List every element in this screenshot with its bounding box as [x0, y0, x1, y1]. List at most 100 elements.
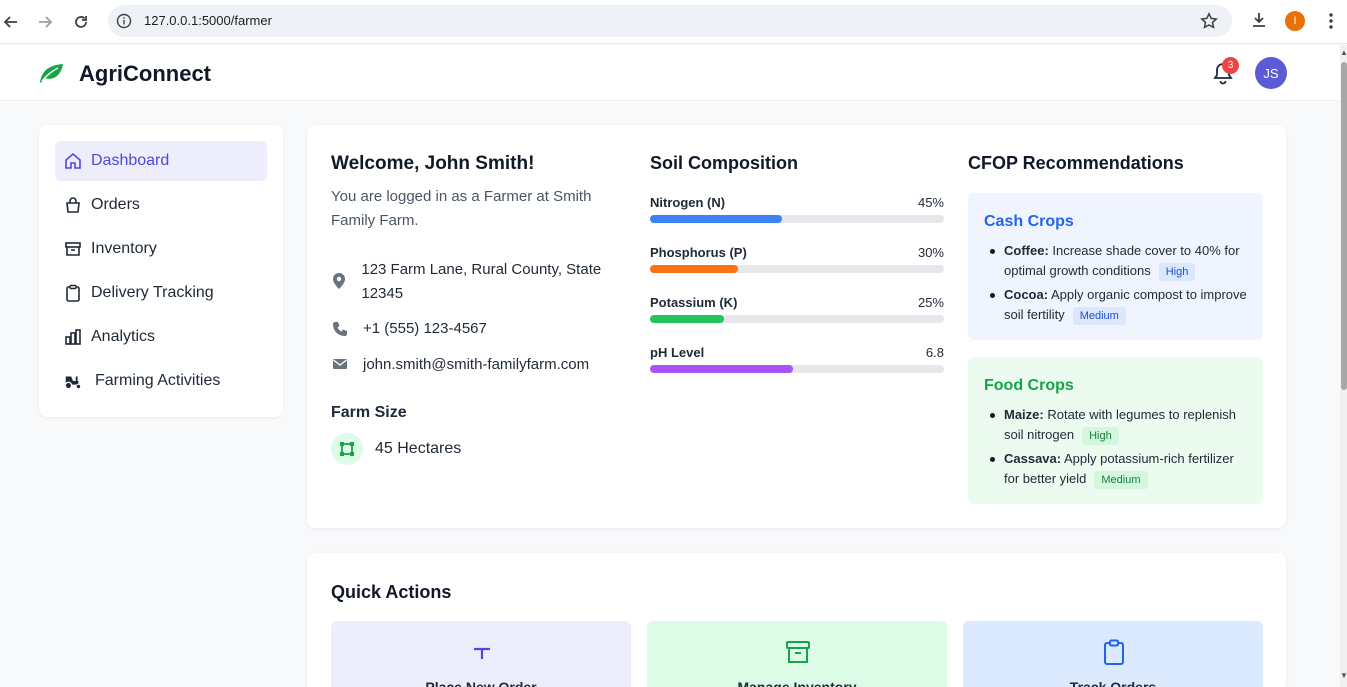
crop-name: Maize:: [1004, 407, 1044, 422]
farm-area-icon: [331, 433, 363, 465]
soil-progress-track: [650, 215, 944, 223]
bullet-icon: [990, 457, 995, 462]
user-avatar[interactable]: JS: [1255, 57, 1287, 89]
soil-progress-fill: [650, 215, 783, 223]
place-new-order-button[interactable]: Place New Order: [331, 621, 631, 687]
priority-badge: High: [1082, 427, 1119, 445]
app-header: AgriConnect 3 JS: [0, 45, 1340, 101]
priority-badge: Medium: [1094, 471, 1148, 489]
soil-value: 30%: [917, 245, 944, 260]
quick-actions-title: Quick Actions: [331, 582, 452, 602]
soil-progress-track: [650, 365, 944, 373]
sidebar-item-label: Inventory: [91, 240, 157, 257]
soil-progress-track: [650, 315, 944, 323]
clipboard-icon: [1101, 639, 1127, 665]
bullet-icon: [990, 293, 995, 298]
url-text[interactable]: 127.0.0.1:5000/farmer: [144, 13, 272, 28]
address-bar[interactable]: [108, 5, 1232, 37]
site-info-icon[interactable]: [116, 13, 132, 34]
sidebar-item-delivery-tracking[interactable]: Delivery Tracking: [55, 273, 267, 313]
soil-value: 6.8: [925, 345, 944, 360]
back-icon[interactable]: [0, 11, 22, 33]
cfop-recommendations-title: CFOP Recommendations: [968, 153, 1184, 173]
envelope-icon: [331, 353, 349, 371]
browser-menu-icon[interactable]: [1324, 11, 1338, 36]
farm-size-value: 45 Hectares: [375, 440, 462, 457]
bookmark-star-icon[interactable]: [1200, 12, 1218, 35]
quick-action-label: Place New Order: [425, 679, 537, 687]
quick-action-label: Manage Inventory: [737, 679, 857, 687]
soil-progress-fill: [650, 265, 739, 273]
food-crops-heading: Food Crops: [984, 377, 1074, 394]
sidebar-item-orders[interactable]: Orders: [55, 185, 267, 225]
food-crops-panel: Food Crops Maize: Rotate with legumes to…: [968, 357, 1263, 504]
soil-label: Potassium (K): [650, 295, 738, 310]
crop-name: Coffee:: [1004, 243, 1049, 258]
soil-progress-fill: [650, 365, 793, 373]
soil-label: Nitrogen (N): [650, 195, 726, 210]
scrollbar-thumb[interactable]: [1341, 62, 1347, 390]
welcome-title: Welcome, John Smith!: [331, 153, 535, 174]
tractor-icon: [63, 371, 83, 391]
scroll-up-arrow-icon[interactable]: ▲: [1340, 48, 1347, 57]
brand-name[interactable]: AgriConnect: [79, 61, 211, 87]
leaf-logo-icon: [38, 62, 64, 89]
quick-action-label: Track Orders: [1069, 679, 1157, 687]
phone-icon: [331, 317, 349, 337]
archive-box-icon: [785, 639, 811, 665]
sidebar-item-farming-activities[interactable]: Farming Activities: [55, 361, 267, 401]
archive-box-icon: [63, 239, 83, 259]
download-icon[interactable]: [1250, 11, 1268, 34]
scroll-down-arrow-icon[interactable]: ▼: [1340, 671, 1347, 680]
map-pin-icon: [331, 258, 347, 290]
address-row: 123 Farm Lane, Rural County, State 12345: [331, 258, 621, 306]
bullet-icon: [990, 249, 995, 254]
crop-name: Cocoa:: [1004, 287, 1049, 302]
welcome-subtitle: You are logged in as a Farmer at Smith F…: [331, 188, 592, 229]
bar-chart-icon: [63, 327, 83, 347]
farm-size-label: Farm Size: [331, 404, 407, 421]
sidebar-item-label: Analytics: [91, 328, 156, 345]
soil-value: 25%: [917, 295, 944, 310]
sidebar-item-label: Orders: [91, 196, 140, 213]
priority-badge: High: [1158, 263, 1196, 281]
recommendation-item: Cocoa: Apply organic compost to improve …: [990, 285, 1248, 325]
soil-progress-track: [650, 265, 944, 273]
shopping-bag-icon: [63, 195, 83, 215]
manage-inventory-button[interactable]: Manage Inventory: [647, 621, 947, 687]
cash-crops-heading: Cash Crops: [984, 213, 1074, 230]
sidebar-item-analytics[interactable]: Analytics: [55, 317, 267, 357]
email-row: john.smith@smith-familyfarm.com: [331, 353, 589, 377]
sidebar-item-label: Dashboard: [91, 152, 170, 169]
reload-icon[interactable]: [70, 11, 92, 33]
cash-crops-panel: Cash Crops Coffee: Increase shade cover …: [968, 193, 1263, 340]
phone-text: +1 (555) 123-4567: [363, 320, 487, 337]
recommendation-item: Coffee: Increase shade cover to 40% for …: [990, 241, 1248, 281]
sidebar-item-inventory[interactable]: Inventory: [55, 229, 267, 269]
plus-icon: [469, 639, 495, 665]
clipboard-icon: [63, 283, 83, 303]
phone-row: +1 (555) 123-4567: [331, 317, 487, 341]
sidebar-item-dashboard[interactable]: Dashboard: [55, 141, 267, 181]
priority-badge: Medium: [1072, 307, 1126, 325]
address-text: 123 Farm Lane, Rural County, State 12345: [361, 261, 602, 302]
track-orders-button[interactable]: Track Orders: [963, 621, 1263, 687]
sidebar-item-label: Farming Activities: [95, 372, 221, 389]
home-icon: [63, 151, 83, 171]
bullet-icon: [990, 413, 995, 418]
soil-progress-fill: [650, 315, 724, 323]
soil-label: Phosphorus (P): [650, 245, 747, 260]
crop-name: Cassava:: [1004, 451, 1062, 466]
notification-count-badge: 3: [1222, 57, 1239, 74]
soil-label: pH Level: [650, 345, 705, 360]
recommendation-item: Cassava: Apply potassium-rich fertilizer…: [990, 449, 1248, 489]
forward-icon[interactable]: [34, 11, 56, 33]
browser-toolbar: 127.0.0.1:5000/farmer I: [0, 0, 1347, 44]
sidebar: Dashboard Orders Inventory Delivery Trac…: [39, 125, 283, 417]
soil-composition-title: Soil Composition: [650, 153, 798, 173]
soil-value: 45%: [917, 195, 944, 210]
browser-profile-avatar[interactable]: I: [1285, 11, 1305, 31]
sidebar-item-label: Delivery Tracking: [91, 284, 214, 301]
email-text[interactable]: john.smith@smith-familyfarm.com: [363, 353, 589, 377]
recommendation-item: Maize: Rotate with legumes to replenish …: [990, 405, 1248, 445]
